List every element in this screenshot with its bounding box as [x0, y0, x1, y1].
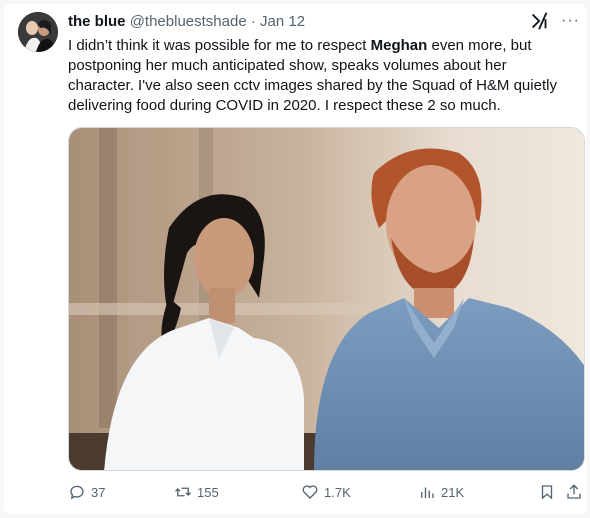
repost-count: 155: [197, 484, 219, 500]
more-icon[interactable]: ···: [561, 13, 580, 29]
like-button[interactable]: 1.7K: [301, 480, 351, 504]
display-name[interactable]: the blue: [68, 13, 126, 30]
reply-button[interactable]: 37: [68, 480, 105, 504]
photo-image: [69, 128, 584, 470]
avatar[interactable]: [18, 12, 58, 52]
heart-icon: [302, 485, 318, 499]
view-count: 21K: [441, 484, 465, 500]
grok-icon[interactable]: [529, 10, 551, 32]
tweet-text: I didn’t think it was possible for me to…: [68, 36, 574, 116]
tweet-photo[interactable]: [68, 127, 585, 471]
repost-icon: [175, 487, 191, 497]
tweet-card[interactable]: the blue @thebluestshade · Jan 12 ··· I …: [4, 4, 586, 514]
tweet-date[interactable]: Jan 12: [260, 13, 305, 30]
like-count: 1.7K: [324, 484, 351, 500]
tweet-text-bold: Meghan: [370, 37, 428, 54]
tweet-actions: 37 155 1.7K 21K: [68, 480, 585, 504]
views-icon: [421, 487, 434, 498]
reply-count: 37: [91, 484, 106, 500]
repost-button[interactable]: 155: [174, 480, 219, 504]
share-button[interactable]: [565, 480, 583, 504]
bookmark-icon: [541, 485, 553, 500]
handle[interactable]: @thebluestshade: [130, 13, 247, 30]
tweet-text-part-1: I didn’t think it was possible for me to…: [68, 37, 371, 54]
tweet-header: the blue @thebluestshade · Jan 12: [68, 13, 574, 33]
tweet-top-actions: ···: [529, 10, 580, 32]
share-icon: [567, 484, 581, 499]
reply-icon: [70, 485, 84, 500]
views-button[interactable]: 21K: [418, 480, 464, 504]
bookmark-button[interactable]: [538, 480, 556, 504]
separator-dot: ·: [250, 13, 256, 30]
